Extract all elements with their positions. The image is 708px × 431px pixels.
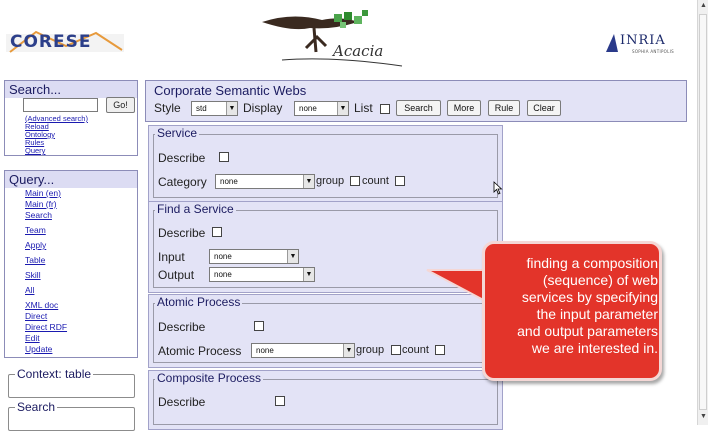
more-button[interactable]: More bbox=[447, 100, 481, 116]
composite-process-section: Composite Process Describe bbox=[148, 370, 503, 430]
header: CORESE Acacia INRIA SOPHIA ANTIPOLIS bbox=[0, 0, 696, 78]
find-describe-checkbox[interactable] bbox=[212, 227, 222, 237]
query-link-all[interactable]: All bbox=[25, 285, 34, 295]
search-box-legend: Search bbox=[15, 400, 58, 414]
search-panel: Search... Go! (Advanced search) Reload O… bbox=[4, 80, 138, 156]
query-panel-title: Query... bbox=[5, 171, 137, 188]
service-count-checkbox[interactable] bbox=[395, 176, 405, 186]
atomic-group-label: group bbox=[356, 344, 385, 356]
scrollbar-thumb[interactable] bbox=[699, 14, 707, 410]
service-category-label: Category bbox=[158, 175, 207, 189]
style-label: Style bbox=[154, 101, 181, 115]
output-select-value: none bbox=[214, 270, 232, 279]
query-link-table[interactable]: Table bbox=[25, 255, 45, 265]
query-link-direct[interactable]: Direct bbox=[25, 311, 47, 321]
inria-logo-text: INRIA bbox=[620, 33, 666, 48]
callout-text: finding a composition (sequence) of web … bbox=[517, 255, 658, 356]
input-select-value: none bbox=[214, 252, 232, 261]
chevron-down-icon: ▼ bbox=[303, 175, 314, 188]
style-select[interactable]: std ▼ bbox=[191, 101, 238, 116]
toolbar-panel: Corporate Semantic Webs Style std ▼ Disp… bbox=[145, 80, 687, 122]
display-select[interactable]: none ▼ bbox=[294, 101, 349, 116]
chevron-down-icon: ▼ bbox=[287, 250, 298, 263]
query-link-direct-rdf[interactable]: Direct RDF bbox=[25, 322, 67, 332]
service-group-checkbox[interactable] bbox=[350, 176, 360, 186]
display-label: Display bbox=[243, 101, 283, 115]
output-label: Output bbox=[158, 268, 195, 282]
query-link-apply[interactable]: Apply bbox=[25, 240, 46, 250]
atomic-describe-label: Describe bbox=[158, 320, 206, 334]
context-box: Context: table bbox=[8, 367, 135, 398]
search-box: Search bbox=[8, 400, 135, 431]
query-link-search[interactable]: Search bbox=[25, 210, 52, 220]
service-category-select[interactable]: none ▼ bbox=[215, 174, 315, 189]
query-link-edit[interactable]: Edit bbox=[25, 333, 40, 343]
output-select[interactable]: none ▼ bbox=[209, 267, 315, 282]
search-input[interactable] bbox=[23, 98, 98, 112]
search-button[interactable]: Search bbox=[396, 100, 441, 116]
atomic-count-label: count bbox=[402, 344, 429, 356]
query-panel: Query... Main (en) Main (fr) Search Team… bbox=[4, 170, 138, 358]
query-link-skill[interactable]: Skill bbox=[25, 270, 41, 280]
query-link-team[interactable]: Team bbox=[25, 225, 46, 235]
atomic-process-title: Atomic Process bbox=[157, 295, 241, 309]
toolbar-title: Corporate Semantic Webs bbox=[154, 83, 307, 98]
scroll-up-arrow-icon[interactable]: ▲ bbox=[699, 1, 708, 11]
query-link-xml-doc[interactable]: XML doc bbox=[25, 300, 58, 310]
query-link[interactable]: Query bbox=[25, 146, 45, 155]
service-section: Service Describe Category none ▼ group c… bbox=[148, 125, 503, 203]
composite-describe-label: Describe bbox=[158, 395, 206, 409]
chevron-down-icon: ▼ bbox=[343, 344, 354, 357]
list-label: List bbox=[354, 101, 373, 115]
service-describe-label: Describe bbox=[158, 151, 206, 165]
service-describe-checkbox[interactable] bbox=[219, 152, 229, 162]
service-group-label: group bbox=[316, 175, 345, 187]
acacia-logo-text: Acacia bbox=[333, 42, 384, 60]
search-panel-title: Search... bbox=[5, 81, 137, 98]
style-select-value: std bbox=[196, 104, 207, 113]
chevron-down-icon: ▼ bbox=[303, 268, 314, 281]
composite-process-title: Composite Process bbox=[157, 371, 262, 385]
atomic-describe-checkbox[interactable] bbox=[254, 321, 264, 331]
query-link-main-en[interactable]: Main (en) bbox=[25, 188, 61, 198]
inria-subtitle: SOPHIA ANTIPOLIS bbox=[632, 49, 674, 54]
list-checkbox[interactable] bbox=[380, 104, 390, 114]
input-label: Input bbox=[158, 250, 185, 264]
input-select[interactable]: none ▼ bbox=[209, 249, 299, 264]
atomic-process-label: Atomic Process bbox=[158, 344, 242, 358]
vertical-scrollbar[interactable]: ▲ ▼ bbox=[697, 0, 708, 425]
clear-button[interactable]: Clear bbox=[527, 100, 561, 116]
mouse-cursor-icon bbox=[493, 181, 503, 195]
query-link-main-fr[interactable]: Main (fr) bbox=[25, 199, 57, 209]
rule-button[interactable]: Rule bbox=[488, 100, 520, 116]
corese-logo-text: CORESE bbox=[10, 32, 92, 52]
atomic-count-checkbox[interactable] bbox=[435, 345, 445, 355]
query-link-update[interactable]: Update bbox=[25, 344, 52, 354]
context-box-legend: Context: table bbox=[15, 367, 94, 381]
atomic-process-value: none bbox=[256, 346, 274, 355]
chevron-down-icon: ▼ bbox=[226, 102, 237, 115]
scroll-down-arrow-icon[interactable]: ▼ bbox=[699, 412, 708, 422]
atomic-process-select[interactable]: none ▼ bbox=[251, 343, 355, 358]
display-select-value: none bbox=[299, 104, 317, 113]
go-button[interactable]: Go! bbox=[106, 97, 135, 113]
service-count-label: count bbox=[362, 175, 389, 187]
composite-describe-checkbox[interactable] bbox=[275, 396, 285, 406]
service-title: Service bbox=[157, 126, 198, 140]
atomic-group-checkbox[interactable] bbox=[391, 345, 401, 355]
find-describe-label: Describe bbox=[158, 226, 206, 240]
find-service-title: Find a Service bbox=[157, 202, 234, 216]
service-category-value: none bbox=[220, 177, 238, 186]
chevron-down-icon: ▼ bbox=[337, 102, 348, 115]
acacia-logo bbox=[262, 10, 403, 67]
